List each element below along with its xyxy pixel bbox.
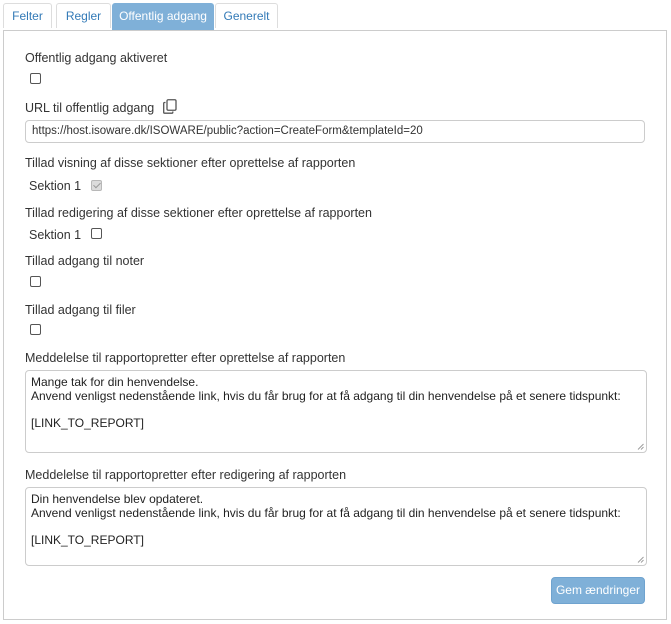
tab-regler[interactable]: Regler	[56, 3, 111, 28]
edit-message-line: Din henvendelse blev opdateret.	[31, 492, 204, 506]
create-message-label: Meddelelse til rapportopretter efter opr…	[25, 351, 346, 365]
files-access-checkbox[interactable]	[30, 324, 41, 335]
edit-message-line: Anvend venligst nedenstående link, hvis …	[31, 505, 621, 520]
save-changes-button[interactable]: Gem ændringer	[551, 577, 645, 604]
create-message-line: Anvend venligst nedenstående link, hvis …	[31, 388, 621, 403]
create-message-line	[31, 403, 641, 417]
url-label: URL til offentlig adgang	[25, 101, 155, 115]
edit-section-1-label: Sektion 1	[29, 228, 82, 242]
tab-generelt[interactable]: Generelt	[215, 3, 278, 28]
notes-access-checkbox[interactable]	[30, 276, 41, 287]
edit-message-textarea[interactable]: Din henvendelse blev opdateret. Anvend v…	[25, 487, 647, 566]
tab-felter[interactable]: Felter	[3, 3, 52, 28]
create-message-line: [LINK_TO_REPORT]	[31, 415, 144, 430]
tab-offentlig-adgang[interactable]: Offentlig adgang	[112, 3, 214, 30]
public-access-enabled-checkbox[interactable]	[30, 73, 41, 84]
files-access-label: Tillad adgang til filer	[25, 303, 136, 317]
public-url-field[interactable]: https://host.isoware.dk/ISOWARE/public?a…	[25, 120, 645, 143]
tab-bar: Felter Regler Offentlig adgang Generelt	[3, 3, 668, 30]
edit-message-line: [LINK_TO_REPORT]	[31, 532, 144, 547]
resize-grip-icon[interactable]	[637, 556, 644, 563]
public-access-enabled-label: Offentlig adgang aktiveret	[25, 51, 168, 65]
notes-access-label: Tillad adgang til noter	[25, 254, 145, 268]
edit-sections-label: Tillad redigering af disse sektioner eft…	[25, 206, 372, 220]
view-sections-label: Tillad visning af disse sektioner efter …	[25, 156, 356, 170]
edit-message-line	[31, 520, 641, 534]
view-section-1-checkbox	[91, 180, 102, 191]
edit-message-label: Meddelelse til rapportopretter efter red…	[25, 468, 347, 482]
resize-grip-icon[interactable]	[637, 443, 644, 450]
edit-section-1-checkbox[interactable]	[91, 228, 102, 239]
view-section-1-label: Sektion 1	[29, 179, 82, 193]
copy-icon[interactable]	[163, 99, 177, 114]
create-message-line: Mange tak for din henvendelse.	[31, 375, 199, 389]
create-message-textarea[interactable]: Mange tak for din henvendelse. Anvend ve…	[25, 370, 647, 453]
